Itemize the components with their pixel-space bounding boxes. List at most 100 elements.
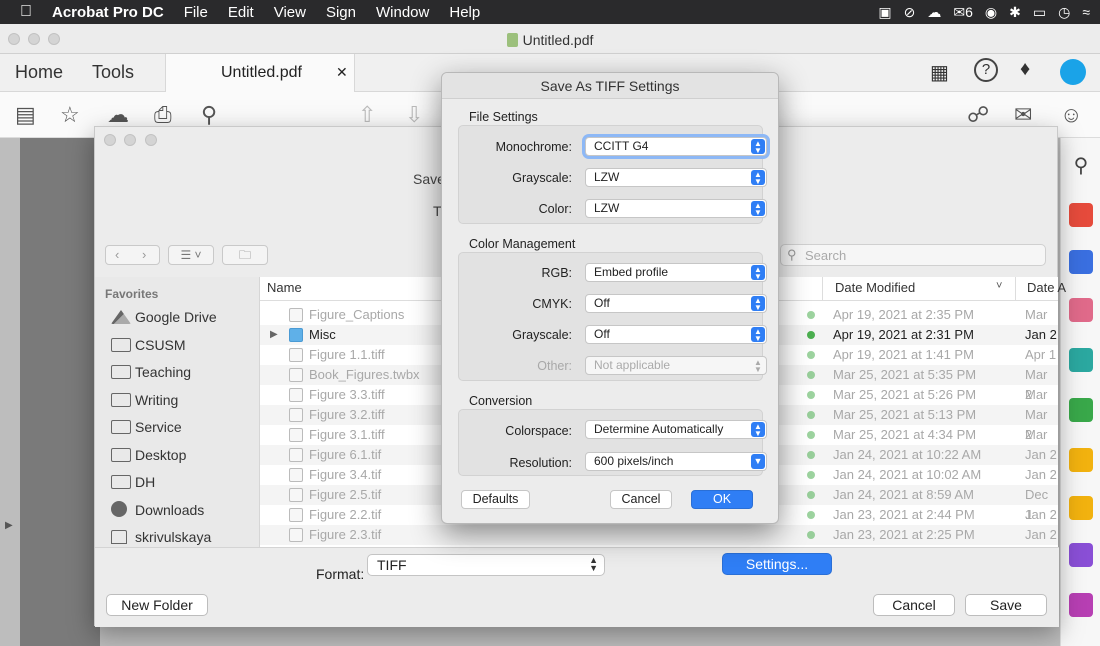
expand-panel-icon[interactable]: ▶ xyxy=(5,520,13,531)
menu-edit[interactable]: Edit xyxy=(228,4,254,21)
mail-icon[interactable]: ✉6 xyxy=(953,4,973,21)
sort-chevron-icon[interactable]: ˅ xyxy=(996,280,1002,292)
save-icon[interactable]: ▤ xyxy=(15,102,36,128)
select-chevron-icon: ▲ ▼ xyxy=(751,170,765,186)
select-chevron-icon: ▲ ▼ xyxy=(751,139,765,155)
tools-right-rail: ⚲ xyxy=(1060,138,1100,646)
zoom-search-icon[interactable]: ⚲ xyxy=(201,102,217,128)
menu-file[interactable]: File xyxy=(184,4,208,21)
wifi-icon[interactable]: ≈ xyxy=(1082,4,1090,20)
create-pdf-icon[interactable] xyxy=(1069,203,1093,227)
defaults-button[interactable]: Defaults xyxy=(461,490,530,509)
colorspace-select[interactable]: Determine Automatically ▲ ▼ xyxy=(585,420,767,439)
forward-icon[interactable]: › xyxy=(142,247,146,262)
bookmark-star-icon[interactable]: ☆ xyxy=(60,102,80,128)
resolution-value: 600 pixels/inch xyxy=(594,454,674,468)
do-not-disturb-icon[interactable]: ⊘ xyxy=(904,4,916,21)
comment-icon[interactable]: ▦ xyxy=(930,60,949,85)
format-select[interactable]: TIFF ▲ ▼ xyxy=(367,554,605,576)
fill-sign-icon[interactable] xyxy=(1069,543,1093,567)
edit-pdf-icon[interactable] xyxy=(1069,348,1093,372)
monochrome-select[interactable]: CCITT G4 ▲ ▼ xyxy=(585,137,767,156)
notification-bell-icon[interactable]: ♦ xyxy=(1020,58,1030,81)
menu-sign[interactable]: Sign xyxy=(326,4,356,21)
save-sheet-footer: Format: TIFF ▲ ▼ Settings... New Folder C… xyxy=(95,547,1059,627)
airplay-icon[interactable]: ▭ xyxy=(1033,4,1046,21)
export-pdf-icon[interactable] xyxy=(1069,250,1093,274)
view-options-icon[interactable]: ☰ ˅ xyxy=(168,245,214,265)
sync-status-icon xyxy=(807,491,815,499)
zoom-tool-icon[interactable]: ⚲ xyxy=(1069,153,1093,177)
page-down-icon[interactable]: ⇩ xyxy=(405,102,423,128)
account-avatar[interactable] xyxy=(1060,59,1086,85)
sidebar-item-teaching[interactable]: Teaching xyxy=(111,361,191,383)
cloud-upload-icon[interactable]: ☁ xyxy=(927,4,941,21)
sheet-zoom-dot xyxy=(145,134,157,146)
column-date-modified[interactable]: Date Modified xyxy=(835,280,915,295)
cloud-upload-icon[interactable]: ☁ xyxy=(107,102,129,128)
select-chevron-icon: ▲ ▼ xyxy=(751,422,765,438)
folder-icon xyxy=(111,475,131,489)
settings-button[interactable]: Settings... xyxy=(722,553,832,575)
tab-home[interactable]: Home xyxy=(15,62,63,83)
new-folder-button[interactable]: New Folder xyxy=(106,594,208,616)
file-date-added: Jan 2 xyxy=(1025,327,1057,342)
color-management-group: RGB: Embed profile ▲ ▼ CMYK: Off ▲ ▼ Graysca… xyxy=(458,252,767,381)
back-icon[interactable]: ‹ xyxy=(115,247,119,262)
menu-app-name[interactable]: Acrobat Pro DC xyxy=(52,4,164,21)
cm-grayscale-select[interactable]: Off ▲ ▼ xyxy=(585,325,767,344)
color-select[interactable]: LZW ▲ ▼ xyxy=(585,199,767,218)
grayscale-select[interactable]: LZW ▲ ▼ xyxy=(585,168,767,187)
file-row[interactable]: Figure 2.3.tif Jan 23, 2021 at 2:25 PM Jan… xyxy=(260,525,1058,545)
save-button[interactable]: Save xyxy=(965,594,1047,616)
ok-button[interactable]: OK xyxy=(691,490,753,509)
cancel-button[interactable]: Cancel xyxy=(873,594,955,616)
page-up-icon[interactable]: ⇧ xyxy=(358,102,376,128)
sidebar-item-service[interactable]: Service xyxy=(111,416,182,438)
sidebar-item-csusm[interactable]: CSUSM xyxy=(111,334,186,356)
column-name[interactable]: Name xyxy=(267,280,302,295)
sticky-note-icon[interactable] xyxy=(1069,496,1093,520)
comment-tool-icon[interactable] xyxy=(1069,448,1093,472)
new-folder-icon[interactable]: 🗀 xyxy=(222,245,268,265)
protect-icon[interactable] xyxy=(1069,593,1093,617)
sidebar-item-label: Google Drive xyxy=(135,309,217,325)
home-icon xyxy=(111,530,127,544)
menu-view[interactable]: View xyxy=(274,4,306,21)
sidebar-item-writing[interactable]: Writing xyxy=(111,389,178,411)
cancel-button[interactable]: Cancel xyxy=(610,490,672,509)
sidebar-item-dh[interactable]: DH xyxy=(111,471,155,493)
back-forward-control: ‹ › xyxy=(105,245,160,265)
disclosure-triangle-icon[interactable]: ▶ xyxy=(270,325,278,345)
menu-help[interactable]: Help xyxy=(449,4,480,21)
time-machine-icon[interactable]: ◷ xyxy=(1058,4,1070,21)
favorites-heading: Favorites xyxy=(105,287,159,301)
organize-pages-icon[interactable] xyxy=(1069,298,1093,322)
sidebar-item-desktop[interactable]: Desktop xyxy=(111,444,186,466)
share-link-icon[interactable]: ☍ xyxy=(967,102,989,128)
tab-tools[interactable]: Tools xyxy=(92,62,134,83)
sidebar-item-google-drive[interactable]: Google Drive xyxy=(111,306,217,328)
add-user-icon[interactable]: ☺ xyxy=(1060,102,1082,128)
menu-window[interactable]: Window xyxy=(376,4,429,21)
color-management-heading: Color Management xyxy=(469,237,576,251)
print-icon[interactable]: ⎙ xyxy=(154,102,172,128)
email-icon[interactable]: ✉ xyxy=(1014,102,1032,128)
combine-files-icon[interactable] xyxy=(1069,398,1093,422)
search-field[interactable]: ⚲ Search xyxy=(780,244,1046,266)
rgb-select[interactable]: Embed profile ▲ ▼ xyxy=(585,263,767,282)
sheet-close-dot xyxy=(104,134,116,146)
close-tab-icon[interactable]: ✕ xyxy=(336,64,348,81)
tab-document-label: Untitled.pdf xyxy=(221,64,302,81)
bluetooth-icon[interactable]: ✱ xyxy=(1009,4,1021,21)
resolution-combo[interactable]: 600 pixels/inch ▼ xyxy=(585,452,767,471)
binoculars-icon[interactable]: ◉ xyxy=(985,4,997,21)
help-icon[interactable]: ? xyxy=(974,58,998,82)
sidebar-item-home[interactable]: skrivulskaya xyxy=(111,526,211,548)
column-date-added[interactable]: Date A xyxy=(1027,280,1066,295)
zoom-icon[interactable]: ▣ xyxy=(878,4,891,21)
cmyk-select[interactable]: Off ▲ ▼ xyxy=(585,294,767,313)
tab-document[interactable]: Untitled.pdf ✕ xyxy=(165,54,355,92)
apple-icon[interactable]:  xyxy=(20,3,32,21)
sidebar-item-downloads[interactable]: Downloads xyxy=(111,499,204,521)
